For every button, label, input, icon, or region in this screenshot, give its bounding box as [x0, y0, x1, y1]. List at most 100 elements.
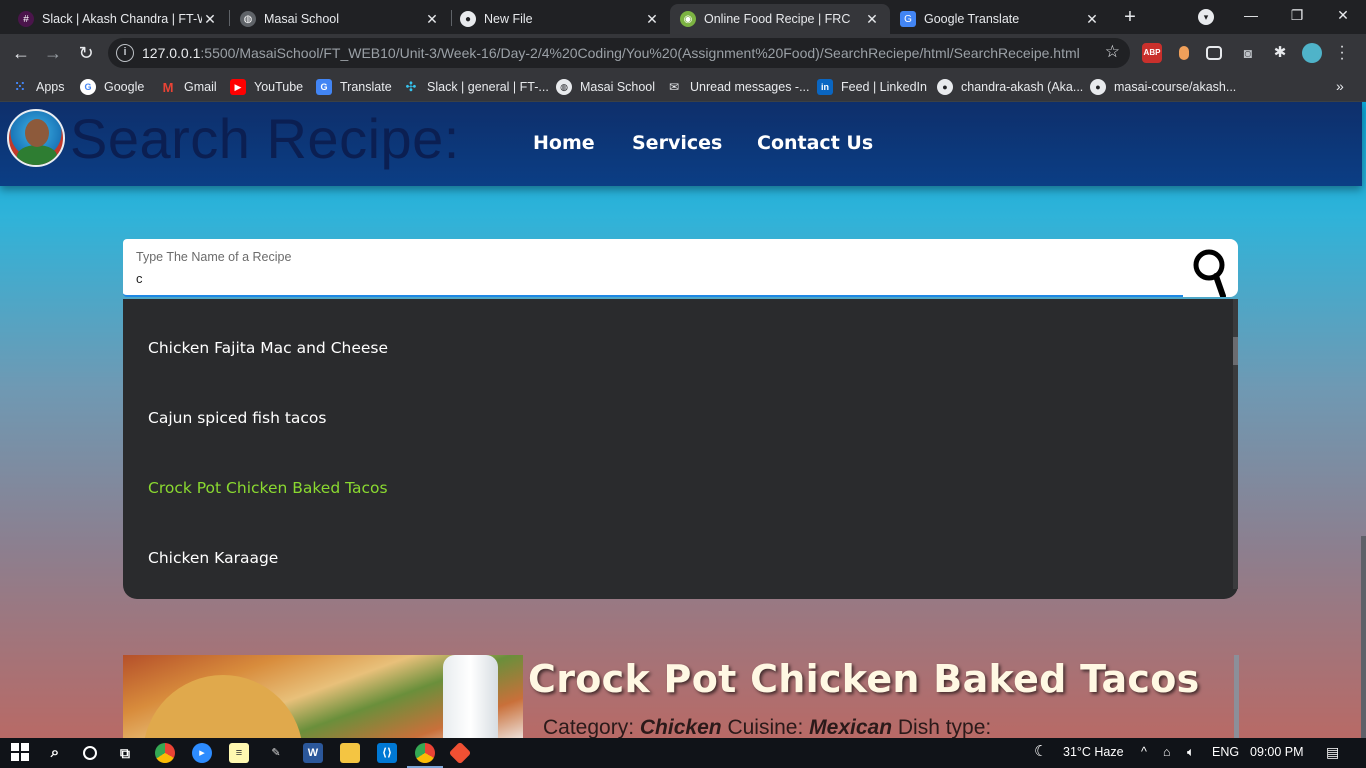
- url-path: :5500/MasaiSchool/FT_WEB10/Unit-3/Week-1…: [200, 45, 1080, 61]
- clock[interactable]: 09:00 PM: [1250, 745, 1304, 759]
- extension-icon[interactable]: [1174, 43, 1194, 63]
- notifications-icon[interactable]: ▤: [1326, 744, 1339, 761]
- back-button[interactable]: ←: [8, 40, 34, 66]
- bookmark-github-course[interactable]: ● masai-course/akash...: [1090, 77, 1236, 97]
- browser-menu-icon[interactable]: · · ·: [1336, 39, 1348, 67]
- address-bar[interactable]: i 127.0.0.1:5500/MasaiSchool/FT_WEB10/Un…: [108, 38, 1130, 68]
- tab-title: Masai School: [264, 12, 340, 26]
- weather-text[interactable]: 31°C Haze: [1063, 745, 1124, 759]
- forward-button[interactable]: →: [40, 40, 66, 66]
- bookmark-github-profile[interactable]: ● chandra-akash (Aka...: [937, 77, 1083, 97]
- tab-new-file[interactable]: ● New File ✕: [450, 4, 670, 34]
- youtube-icon: ▶: [230, 79, 246, 95]
- windows-start-icon[interactable]: [10, 743, 30, 763]
- close-icon[interactable]: ✕: [644, 11, 660, 28]
- close-icon[interactable]: ✕: [202, 11, 218, 28]
- nav-home-link[interactable]: Home: [533, 132, 595, 154]
- bookmark-gmail[interactable]: M Gmail: [160, 77, 217, 97]
- vscode-icon[interactable]: ⟨⟩: [377, 743, 397, 763]
- recipe-image: [123, 655, 523, 738]
- suggestion-item[interactable]: Chicken Fajita Mac and Cheese: [148, 339, 388, 357]
- dropdown-scrollbar[interactable]: [1233, 299, 1238, 589]
- close-icon[interactable]: ✕: [424, 11, 440, 28]
- reload-button[interactable]: ↻: [73, 40, 99, 66]
- bookmarks-bar: ⁙ Apps G Google M Gmail ▶ YouTube G Tran…: [0, 72, 1366, 102]
- bookmark-google[interactable]: G Google: [80, 77, 144, 97]
- bookmark-youtube[interactable]: ▶ YouTube: [230, 77, 303, 97]
- bookmark-label: Apps: [36, 80, 65, 94]
- profile-avatar[interactable]: [1302, 43, 1322, 63]
- bookmark-apps[interactable]: ⁙ Apps: [12, 77, 65, 97]
- close-window-button[interactable]: ✕: [1320, 0, 1366, 32]
- git-icon[interactable]: [448, 741, 472, 765]
- suggestion-item-highlighted[interactable]: Crock Pot Chicken Baked Tacos: [148, 479, 388, 497]
- tab-slack[interactable]: # Slack | Akash Chandra | FT-WE ✕: [8, 4, 228, 34]
- suggestion-item[interactable]: Chicken Karaage: [148, 549, 278, 567]
- bookmark-unread-messages[interactable]: ✉ Unread messages -...: [666, 77, 810, 97]
- tab-title: Slack | Akash Chandra | FT-WE: [42, 12, 202, 26]
- sticky-notes-icon[interactable]: ≡: [229, 743, 249, 763]
- tab-google-translate[interactable]: G Google Translate ✕: [890, 4, 1110, 34]
- bookmark-translate[interactable]: G Translate: [316, 77, 392, 97]
- recipe-search-input[interactable]: Type The Name of a Recipe c: [123, 239, 1183, 297]
- avatar-logo: [7, 109, 65, 167]
- recipe-title: Crock Pot Chicken Baked Tacos: [528, 657, 1200, 701]
- bookmark-star-icon[interactable]: ☆: [1105, 42, 1120, 62]
- recipe-card-border: [1234, 655, 1239, 738]
- page-content: Search Recipe: Home Services Contact Us …: [0, 102, 1366, 738]
- bookmark-label: Masai School: [580, 80, 656, 94]
- tray-chevron-icon[interactable]: ^: [1141, 745, 1147, 759]
- close-icon[interactable]: ✕: [1084, 11, 1100, 28]
- camera-icon[interactable]: ◙: [1238, 43, 1258, 63]
- bookmark-slack-general[interactable]: ✣ Slack | general | FT-...: [403, 77, 549, 97]
- page-scrollbar[interactable]: [1361, 102, 1366, 738]
- extensions-puzzle-icon[interactable]: ✱: [1270, 43, 1290, 63]
- site-info-icon[interactable]: i: [116, 44, 134, 62]
- bookmark-label: Gmail: [184, 80, 217, 94]
- restore-button[interactable]: ❐: [1274, 0, 1320, 32]
- github-icon: ●: [460, 11, 476, 27]
- file-explorer-icon[interactable]: [340, 743, 360, 763]
- browser-toolbar: ← → ↻ i 127.0.0.1:5500/MasaiSchool/FT_WE…: [0, 34, 1366, 72]
- search-icon: [1193, 249, 1226, 299]
- tab-search-icon[interactable]: ▾: [1198, 9, 1214, 25]
- search-button[interactable]: [1183, 239, 1238, 299]
- category-value: Chicken: [639, 716, 722, 738]
- tab-manager-icon[interactable]: [1206, 46, 1222, 60]
- paint-icon[interactable]: ✎: [266, 743, 286, 763]
- bookmark-label: masai-course/akash...: [1114, 80, 1237, 94]
- close-icon[interactable]: ✕: [864, 11, 880, 28]
- tab-masai-school[interactable]: ◍ Masai School ✕: [230, 4, 450, 34]
- slack-icon: #: [18, 11, 34, 27]
- bookmark-label: Feed | LinkedIn: [841, 80, 927, 94]
- minimize-button[interactable]: —: [1228, 0, 1274, 32]
- weather-icon: ☾: [1034, 743, 1048, 760]
- globe-icon: ◍: [556, 79, 572, 95]
- nav-contact-link[interactable]: Contact Us: [757, 132, 873, 154]
- word-icon[interactable]: W: [303, 743, 323, 763]
- network-icon[interactable]: ⌂: [1163, 745, 1171, 759]
- nav-services-link[interactable]: Services: [632, 132, 722, 154]
- zoom-icon[interactable]: ▸: [192, 743, 212, 763]
- globe-icon: ◍: [240, 11, 256, 27]
- bookmark-linkedin[interactable]: in Feed | LinkedIn: [817, 77, 927, 97]
- bookmark-label: Slack | general | FT-...: [427, 80, 549, 94]
- adblock-icon[interactable]: ABP: [1142, 43, 1162, 63]
- tab-online-food-recipe[interactable]: ◉ Online Food Recipe | FRC ✕: [670, 4, 890, 34]
- gmail-icon: M: [162, 79, 174, 95]
- language-indicator[interactable]: ENG: [1212, 745, 1239, 759]
- chrome-active-icon[interactable]: [415, 743, 435, 763]
- new-tab-button[interactable]: +: [1118, 6, 1142, 30]
- task-view-icon[interactable]: ⧉: [115, 743, 135, 763]
- linkedin-icon: in: [817, 79, 833, 95]
- suggestion-item[interactable]: Cajun spiced fish tacos: [148, 409, 327, 427]
- bookmark-masai-school[interactable]: ◍ Masai School: [556, 77, 655, 97]
- bookmark-label: Unread messages -...: [690, 80, 810, 94]
- tab-title: Google Translate: [924, 12, 1020, 26]
- dish-type-label: Dish type:: [897, 716, 992, 738]
- search-icon[interactable]: ⌕: [45, 743, 65, 763]
- cortana-icon[interactable]: [80, 743, 100, 763]
- chrome-icon[interactable]: [155, 743, 175, 763]
- bookmarks-overflow-icon[interactable]: »: [1336, 78, 1344, 94]
- volume-icon[interactable]: 🔈︎: [1187, 745, 1195, 760]
